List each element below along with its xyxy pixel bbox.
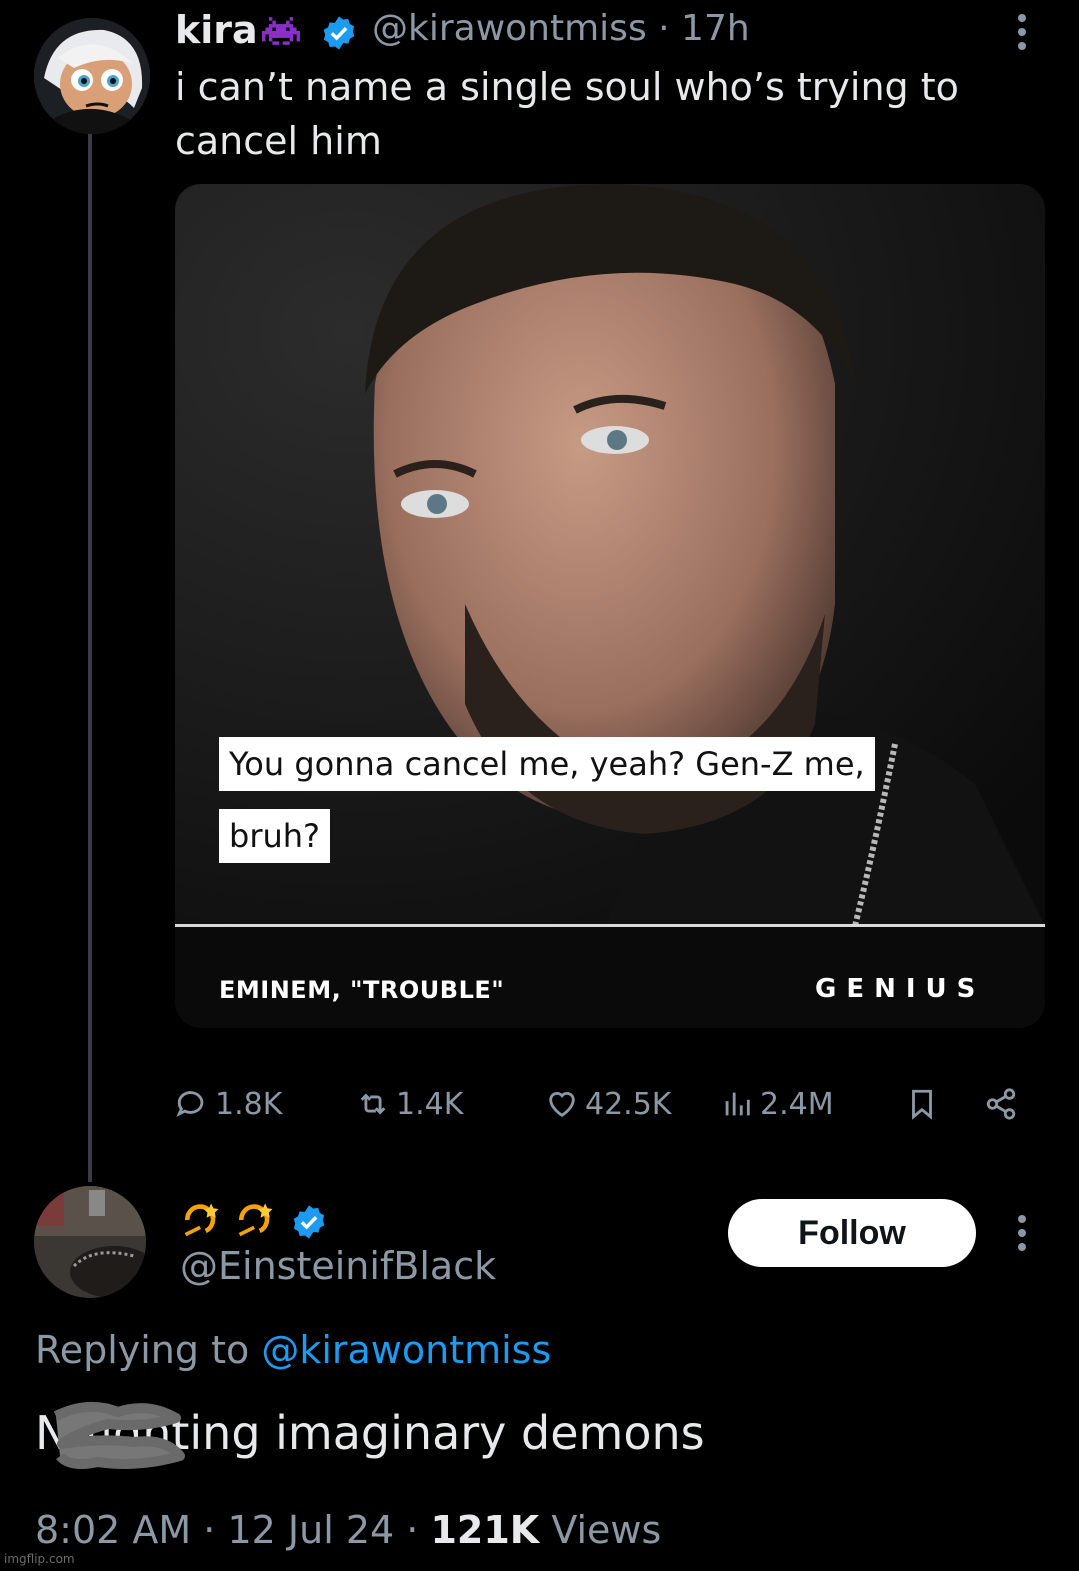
song-credit: EMINEM, "TROUBLE" bbox=[219, 976, 505, 1004]
views-button[interactable]: 2.4M bbox=[720, 1084, 834, 1124]
like-button[interactable]: 42.5K bbox=[545, 1084, 671, 1124]
tweet-media-card[interactable]: You gonna cancel me, yeah? Gen-Z me, bru… bbox=[175, 184, 1045, 1028]
bookmark-icon bbox=[912, 1089, 932, 1120]
avatar[interactable] bbox=[34, 18, 150, 134]
media-divider bbox=[175, 924, 1045, 927]
avatar-cartoon-image bbox=[34, 18, 150, 134]
more-options-icon[interactable] bbox=[1008, 12, 1036, 52]
views-count: 2.4M bbox=[760, 1086, 834, 1122]
author-handle[interactable]: @kirawontmiss bbox=[372, 8, 647, 49]
share-button[interactable] bbox=[984, 1084, 1018, 1124]
like-count: 42.5K bbox=[585, 1086, 672, 1122]
reply-button[interactable]: 1.8K bbox=[175, 1084, 282, 1124]
author-handle-and-time[interactable]: @kirawontmiss · 17h bbox=[372, 8, 750, 49]
reply-views-count: 121K bbox=[430, 1508, 540, 1552]
tweet-time[interactable]: 17h bbox=[681, 8, 750, 49]
alien-monster-icon bbox=[262, 17, 300, 45]
genius-logo: GENIUS bbox=[815, 974, 986, 1004]
separator-dot: · bbox=[203, 1508, 228, 1552]
lyric-caption-line-2: bruh? bbox=[219, 809, 331, 863]
separator-dot: · bbox=[406, 1508, 431, 1552]
reply-views-label: Views bbox=[551, 1508, 662, 1552]
avatar[interactable] bbox=[34, 1186, 146, 1298]
reply-count: 1.8K bbox=[215, 1086, 283, 1122]
dizzy-icon bbox=[238, 1203, 273, 1237]
retweet-count: 1.4K bbox=[396, 1086, 464, 1122]
replying-to-line: Replying to @kirawontmiss bbox=[35, 1328, 551, 1372]
reply-display-name[interactable] bbox=[180, 1198, 278, 1242]
replying-to-link[interactable]: @kirawontmiss bbox=[261, 1328, 551, 1372]
avatar-photo bbox=[34, 1186, 146, 1298]
retweet-button[interactable]: 1.4K bbox=[356, 1084, 463, 1124]
author-name[interactable]: kira bbox=[175, 8, 258, 52]
share-icon bbox=[986, 1088, 1016, 1120]
verified-badge-icon[interactable] bbox=[290, 1203, 328, 1241]
verified-badge-icon[interactable] bbox=[320, 14, 358, 52]
follow-button[interactable]: Follow bbox=[728, 1199, 976, 1267]
heart-icon bbox=[549, 1092, 575, 1118]
thread-connector-line bbox=[88, 120, 92, 1182]
more-options-icon[interactable] bbox=[1008, 1213, 1036, 1253]
separator-dot: · bbox=[658, 8, 682, 49]
retweet-icon bbox=[360, 1093, 386, 1115]
reply-icon bbox=[176, 1091, 204, 1117]
analytics-icon bbox=[725, 1092, 750, 1116]
bookmark-button[interactable] bbox=[905, 1084, 939, 1124]
reply-metadata: 8:02 AM · 12 Jul 24 · 121K Views bbox=[35, 1508, 661, 1552]
reply-time[interactable]: 8:02 AM bbox=[35, 1508, 191, 1552]
watermark: imgflip.com bbox=[4, 1552, 75, 1566]
reply-author-handle[interactable]: @EinsteinifBlack bbox=[180, 1244, 496, 1288]
tweet-text: i can’t name a single soul who’s trying … bbox=[175, 65, 959, 163]
reply-date[interactable]: 12 Jul 24 bbox=[227, 1508, 394, 1552]
lyric-caption-line-1: You gonna cancel me, yeah? Gen-Z me, bbox=[219, 737, 875, 791]
censor-scribble bbox=[53, 1401, 185, 1469]
dizzy-icon bbox=[184, 1203, 219, 1237]
replying-to-prefix: Replying to bbox=[35, 1328, 250, 1372]
